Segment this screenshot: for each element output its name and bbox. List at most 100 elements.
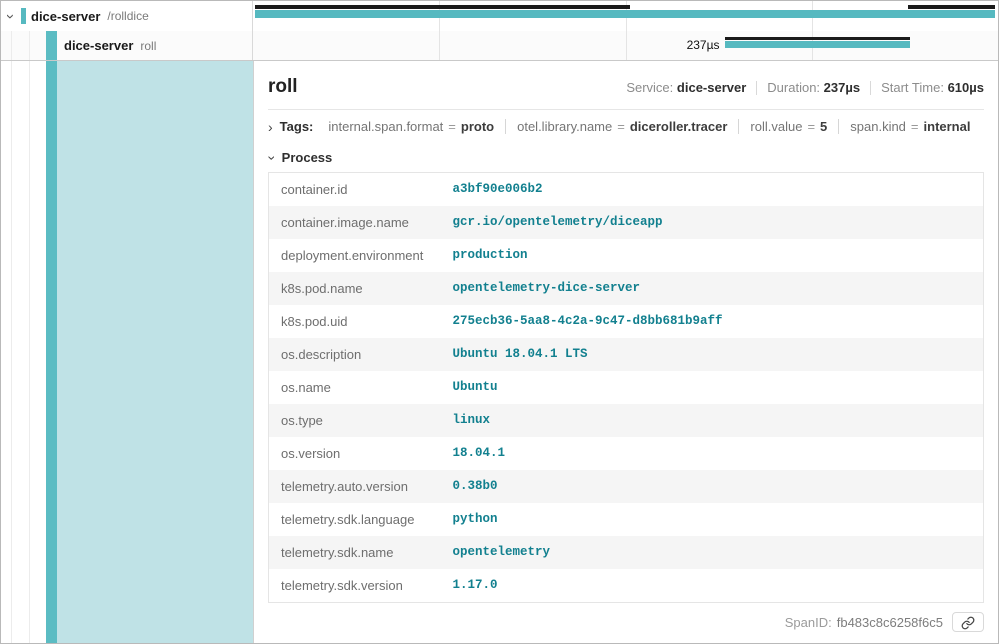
table-row: k8s.pod.name opentelemetry-dice-server: [269, 272, 984, 305]
process-key: telemetry.sdk.language: [269, 503, 441, 536]
table-row: os.version 18.04.1: [269, 437, 984, 470]
table-row: deployment.environment production: [269, 239, 984, 272]
span-row-rolldice[interactable]: › dice-server /rolldice: [1, 1, 998, 31]
process-value: production: [441, 239, 984, 272]
process-value: 1.17.0: [441, 569, 984, 603]
process-value: Ubuntu: [441, 371, 984, 404]
detail-header: roll Service: dice-server Duration: 237µ…: [268, 61, 984, 110]
process-key: container.id: [269, 173, 441, 207]
tag-item: internal.span.format = proto: [317, 119, 505, 134]
tag-item: roll.value = 5: [738, 119, 838, 134]
table-row: k8s.pod.uid 275ecb36-5aa8-4c2a-9c47-d8bb…: [269, 305, 984, 338]
process-key: telemetry.sdk.version: [269, 569, 441, 603]
process-key-value-table: container.id a3bf90e006b2 container.imag…: [268, 172, 984, 603]
table-row: telemetry.auto.version 0.38b0: [269, 470, 984, 503]
span-detail-panel: roll Service: dice-server Duration: 237µ…: [253, 61, 998, 643]
process-value: Ubuntu 18.04.1 LTS: [441, 338, 984, 371]
trace-timeline: › dice-server /rolldice dice-server: [1, 1, 998, 61]
tag-value: 5: [820, 119, 827, 134]
stat-label: Start Time:: [881, 80, 944, 95]
process-value: 275ecb36-5aa8-4c2a-9c47-d8bb681b9aff: [441, 305, 984, 338]
table-row: os.description Ubuntu 18.04.1 LTS: [269, 338, 984, 371]
service-name: dice-server: [31, 9, 100, 24]
spanid-label: SpanID:: [785, 615, 832, 630]
critical-path-segment: [255, 5, 630, 9]
stat-separator: [870, 81, 871, 95]
process-value: 0.38b0: [441, 470, 984, 503]
span-stats: Service: dice-server Duration: 237µs Sta…: [626, 80, 984, 95]
tags-section-title: Tags:: [280, 119, 314, 134]
detail-row-highlight: [57, 61, 253, 643]
chevron-right-icon[interactable]: ›: [268, 120, 273, 134]
stat-value: 610µs: [948, 80, 984, 95]
table-row: telemetry.sdk.name opentelemetry: [269, 536, 984, 569]
process-key: os.name: [269, 371, 441, 404]
process-key: k8s.pod.uid: [269, 305, 441, 338]
process-value: opentelemetry-dice-server: [441, 272, 984, 305]
tag-value: proto: [461, 119, 494, 134]
tag-item: otel.library.name = diceroller.tracer: [505, 119, 738, 134]
jaeger-trace-detail-view: › dice-server /rolldice dice-server: [0, 0, 999, 644]
detail-body: roll Service: dice-server Duration: 237µ…: [1, 61, 998, 643]
stat-duration: Duration: 237µs: [767, 80, 860, 95]
span-color-chip: [21, 8, 26, 24]
process-value: linux: [441, 404, 984, 437]
process-value: opentelemetry: [441, 536, 984, 569]
process-key: k8s.pod.name: [269, 272, 441, 305]
process-key: telemetry.sdk.name: [269, 536, 441, 569]
equals-sign: =: [802, 119, 820, 134]
span-indent-gutter: [1, 61, 253, 643]
tags-section-toggle[interactable]: › Tags: internal.span.format = proto ote…: [268, 110, 984, 141]
table-row: container.id a3bf90e006b2: [269, 173, 984, 207]
process-section-title: Process: [282, 150, 333, 165]
process-value: a3bf90e006b2: [441, 173, 984, 207]
span-duration-label: 237µs: [687, 38, 720, 52]
indent-guide: [29, 61, 30, 643]
process-key: container.image.name: [269, 206, 441, 239]
tag-value: diceroller.tracer: [630, 119, 728, 134]
process-key: os.description: [269, 338, 441, 371]
span-label-roll[interactable]: dice-server roll: [1, 31, 253, 60]
critical-path-segment: [908, 5, 995, 9]
equals-sign: =: [906, 119, 924, 134]
stat-label: Service:: [626, 80, 673, 95]
tag-key: span.kind: [850, 119, 906, 134]
span-track-roll: 237µs: [253, 31, 998, 60]
span-bar-rolldice[interactable]: [255, 10, 995, 18]
spanid-value: fb483c8c6258f6c5: [837, 615, 943, 630]
chevron-down-icon[interactable]: ›: [3, 14, 18, 19]
indent-guide: [29, 31, 30, 60]
stat-separator: [756, 81, 757, 95]
process-key: os.type: [269, 404, 441, 437]
process-value: gcr.io/opentelemetry/diceapp: [441, 206, 984, 239]
tag-value: internal: [924, 119, 971, 134]
stat-start-time: Start Time: 610µs: [881, 80, 984, 95]
chevron-down-icon[interactable]: ›: [265, 155, 279, 160]
process-key: telemetry.auto.version: [269, 470, 441, 503]
operation-name: /rolldice: [107, 9, 148, 23]
tag-key: otel.library.name: [517, 119, 612, 134]
process-value: 18.04.1: [441, 437, 984, 470]
stat-service: Service: dice-server: [626, 80, 746, 95]
tag-key: internal.span.format: [328, 119, 443, 134]
process-section-toggle[interactable]: › Process: [268, 141, 984, 172]
equals-sign: =: [443, 119, 461, 134]
link-icon: [961, 616, 975, 630]
process-value: python: [441, 503, 984, 536]
span-bar-roll[interactable]: [725, 41, 911, 48]
indent-guide: [11, 61, 12, 643]
copy-span-link-button[interactable]: [952, 612, 984, 632]
span-color-strip: [46, 61, 57, 643]
timeline-tick: [439, 31, 440, 60]
indent-guide: [11, 31, 12, 60]
operation-name: roll: [140, 39, 156, 53]
span-row-roll[interactable]: dice-server roll 237µs: [1, 31, 998, 60]
service-name: dice-server: [64, 38, 133, 53]
critical-path-segment: [725, 37, 911, 40]
span-track-rolldice: [253, 1, 998, 31]
stat-value: dice-server: [677, 80, 746, 95]
span-title: roll: [268, 76, 298, 98]
equals-sign: =: [612, 119, 630, 134]
stat-value: 237µs: [824, 80, 860, 95]
span-label-rolldice[interactable]: › dice-server /rolldice: [1, 1, 253, 31]
